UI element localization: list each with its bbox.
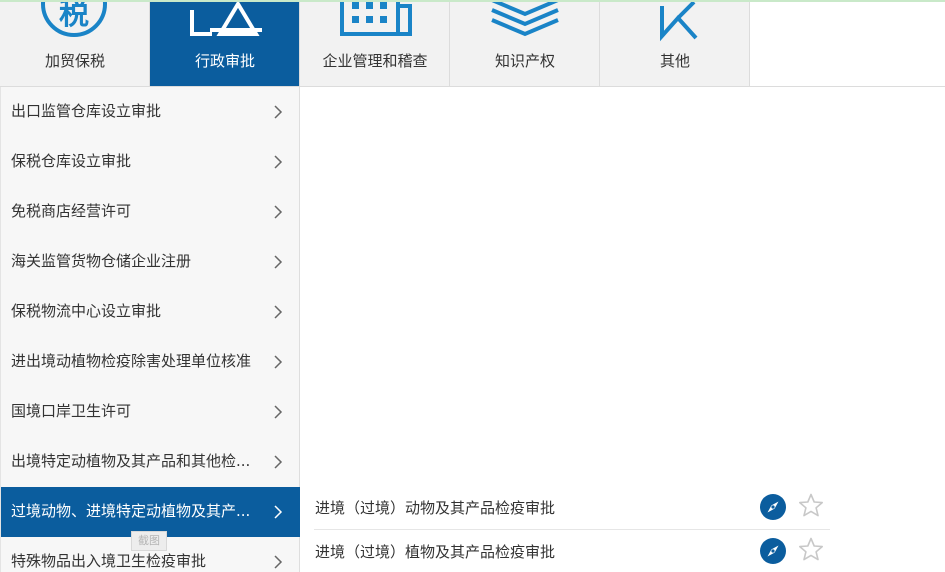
check-icon	[660, 2, 698, 42]
chevron-right-icon	[274, 355, 283, 369]
sidebar-item-label: 保税物流中心设立审批	[11, 302, 162, 320]
sidebar-item-label: 保税仓库设立审批	[11, 152, 132, 170]
tab-label: 企业管理和稽查	[322, 52, 428, 70]
sub-item-row[interactable]: 进境（过境）植物及其产品检疫审批	[314, 530, 830, 572]
sidebar-item[interactable]: 海关监管货物仓储企业注册	[1, 237, 300, 287]
category-tabs: 税 加贸保税 行政审批 企业管理和稽查 知识产权 其他	[0, 2, 750, 87]
chevron-right-icon	[274, 155, 283, 169]
tab-label: 知识产权	[494, 52, 555, 70]
sidebar-item[interactable]: 保税物流中心设立审批	[1, 287, 300, 337]
star-icon[interactable]	[797, 536, 825, 564]
tab-other[interactable]: 其他	[600, 2, 750, 87]
sidebar-item-label: 特殊物品出入境卫生检疫审批	[11, 552, 207, 570]
sidebar-item[interactable]: 进出境动植物检疫除害处理单位核准	[1, 337, 300, 387]
sidebar-item-label: 免税商店经营许可	[11, 202, 132, 220]
tab-enterprise-management[interactable]: 企业管理和稽查	[300, 2, 450, 87]
approval-item-list: 出口监管仓库设立审批 保税仓库设立审批 免税商店经营许可 海关监管货物仓储企业注…	[0, 87, 300, 572]
tab-label: 加贸保税	[44, 52, 105, 70]
chevron-right-icon	[274, 105, 283, 119]
chevron-right-icon	[274, 255, 283, 269]
star-icon[interactable]	[797, 492, 825, 520]
sidebar-item-label: 出口监管仓库设立审批	[11, 102, 162, 120]
sub-item-row[interactable]: 进境（过境）动物及其产品检疫审批	[314, 486, 830, 530]
screenshot-chip[interactable]: 截图	[131, 531, 167, 551]
tax-icon: 税	[41, 2, 107, 37]
chevron-right-icon	[274, 205, 283, 219]
layers-icon	[491, 2, 559, 37]
tab-administrative-approval[interactable]: 行政审批	[150, 2, 300, 87]
sidebar-item[interactable]: 免税商店经营许可	[1, 187, 300, 237]
sidebar-item-label: 出境特定动植物及其产品和其他检...	[11, 452, 251, 470]
chevron-right-icon	[274, 455, 283, 469]
chevron-right-icon	[274, 555, 283, 569]
tab-label: 其他	[659, 52, 690, 70]
sidebar-item[interactable]: 国境口岸卫生许可	[1, 387, 300, 437]
sidebar-item[interactable]: 保税仓库设立审批	[1, 137, 300, 187]
sidebar-item-label: 过境动物、进境特定动植物及其产...	[11, 502, 251, 520]
sidebar-item[interactable]: 出境特定动植物及其产品和其他检...	[1, 437, 300, 487]
compass-icon[interactable]	[759, 493, 787, 521]
tab-label: 行政审批	[194, 52, 255, 70]
building-icon	[340, 2, 412, 36]
sub-item-label: 进境（过境）动物及其产品检疫审批	[315, 499, 556, 517]
sidebar-item-label: 国境口岸卫生许可	[11, 402, 132, 420]
approval-icon	[190, 2, 262, 36]
sidebar-item-label: 进出境动植物检疫除害处理单位核准	[11, 352, 252, 370]
chevron-right-icon	[274, 505, 283, 519]
sub-item-label: 进境（过境）植物及其产品检疫审批	[315, 543, 556, 561]
sidebar-item[interactable]: 出口监管仓库设立审批	[1, 87, 300, 137]
svg-text:税: 税	[59, 2, 89, 32]
compass-icon[interactable]	[759, 537, 787, 565]
tab-processing-trade[interactable]: 税 加贸保税	[0, 2, 150, 87]
chevron-right-icon	[274, 305, 283, 319]
sidebar-item-label: 海关监管货物仓储企业注册	[11, 252, 192, 270]
tab-intellectual-property[interactable]: 知识产权	[450, 2, 600, 87]
sidebar-item-active[interactable]: 过境动物、进境特定动植物及其产...	[1, 487, 300, 537]
chevron-right-icon	[274, 405, 283, 419]
